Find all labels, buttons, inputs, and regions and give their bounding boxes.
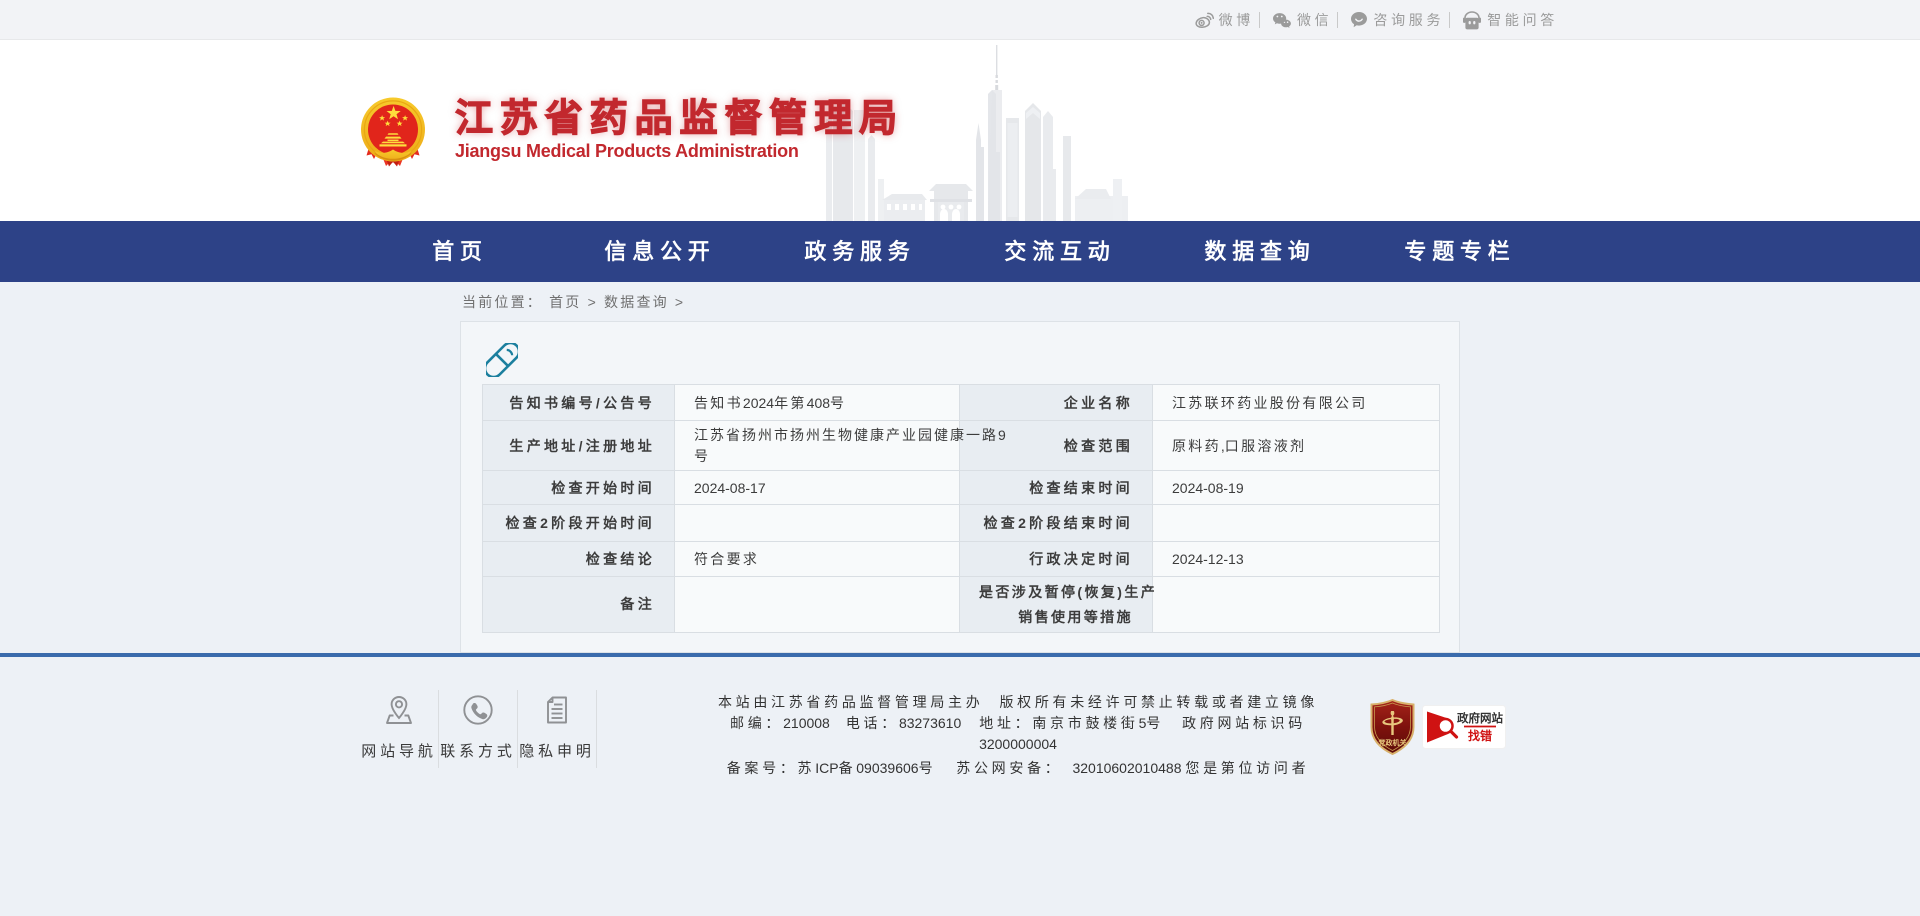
svg-text:党政机关: 党政机关 bbox=[1379, 738, 1407, 747]
svg-text:政府网站: 政府网站 bbox=[1457, 711, 1503, 725]
svg-text:找错: 找错 bbox=[1468, 728, 1492, 743]
